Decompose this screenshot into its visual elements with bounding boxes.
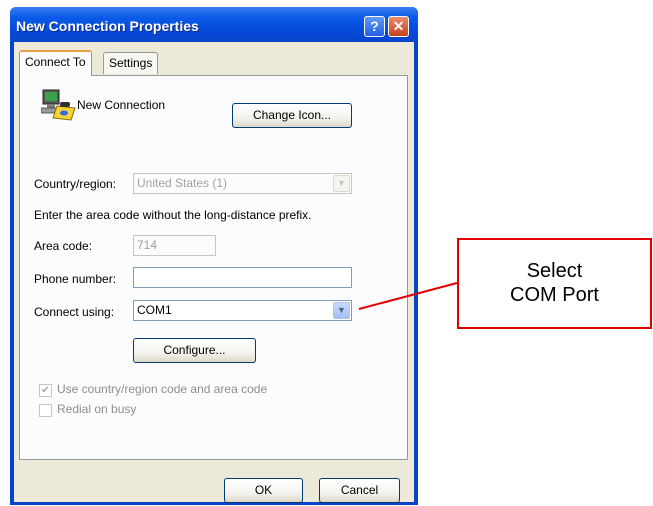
select-com-port-callout: Select COM Port: [457, 238, 652, 329]
callout-line-1: Select: [526, 260, 583, 282]
callout-line-2: COM Port: [510, 284, 599, 306]
tab-connect-to[interactable]: Connect To: [19, 50, 92, 76]
